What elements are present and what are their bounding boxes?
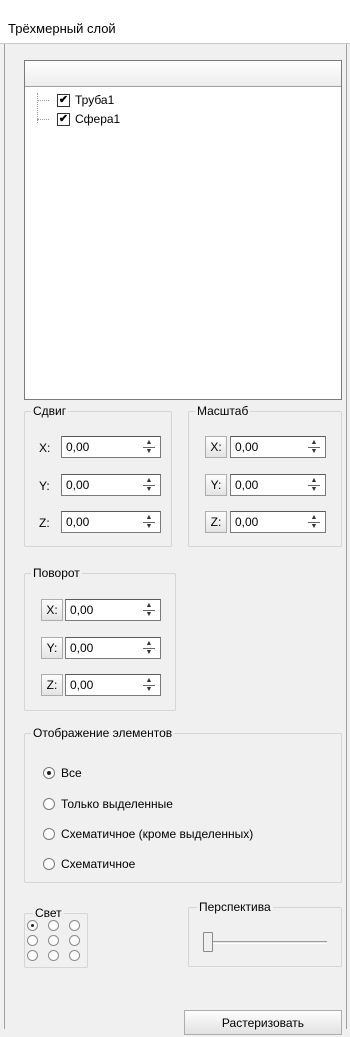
scale-group: Масштаб X: 0,00 ▲ ▼ Y: 0,00 ▲ ▼ Z: 0,00 ▲ ▼	[188, 404, 342, 547]
spin-arrows-icon[interactable]: ▲ ▼	[140, 640, 158, 656]
rotation-y-value: 0,00	[70, 641, 94, 655]
tree-item-sfera[interactable]: ✔ Сфера1	[57, 111, 120, 127]
display-option-label: Схематичное (кроме выделенных)	[61, 827, 254, 841]
display-option-label: Схематичное	[61, 857, 136, 871]
shift-y-label: Y:	[39, 479, 50, 493]
rotation-x-input[interactable]: 0,00 ▲ ▼	[65, 599, 161, 621]
scale-y-button[interactable]: Y:	[205, 474, 227, 496]
light-radio-middle-left[interactable]	[27, 935, 38, 946]
display-group-title: Отображение элементов	[31, 726, 175, 740]
radio-all[interactable]	[43, 767, 55, 779]
panel-title-bar: Трёхмерный слой	[0, 0, 350, 44]
light-radio-bottom-left[interactable]	[27, 950, 38, 961]
display-option-all[interactable]: Все	[43, 766, 82, 780]
layer-tree[interactable]: ✔ Труба1 ✔ Сфера1	[24, 60, 342, 400]
shift-x-input[interactable]: 0,00 ▲ ▼	[61, 436, 161, 458]
rotation-y-button[interactable]: Y:	[41, 637, 63, 659]
rotation-y-input[interactable]: 0,00 ▲ ▼	[65, 637, 161, 659]
light-group-title: Свет	[33, 906, 64, 920]
shift-y-input[interactable]: 0,00 ▲ ▼	[61, 474, 161, 496]
perspective-slider-thumb[interactable]	[203, 932, 213, 952]
light-radio-middle-center[interactable]	[48, 935, 59, 946]
shift-group: Сдвиг X: 0,00 ▲ ▼ Y: 0,00 ▲ ▼ Z: 0,00 ▲ ▼	[24, 404, 172, 547]
shift-y-value: 0,00	[66, 478, 90, 492]
tree-item-truba[interactable]: ✔ Труба1	[57, 92, 114, 108]
panel-title: Трёхмерный слой	[8, 21, 116, 36]
display-group: Отображение элементов Все Только выделен…	[24, 726, 342, 883]
spin-arrows-icon[interactable]: ▲ ▼	[305, 439, 323, 455]
display-option-selected-only[interactable]: Только выделенные	[43, 797, 173, 811]
rotation-z-input[interactable]: 0,00 ▲ ▼	[65, 674, 161, 696]
spin-arrows-icon[interactable]: ▲ ▼	[140, 477, 158, 493]
spin-arrows-icon[interactable]: ▲ ▼	[140, 439, 158, 455]
rotation-group: Поворот X: 0,00 ▲ ▼ Y: 0,00 ▲ ▼ Z: 0,00 ▲ ▼	[24, 566, 176, 711]
tree-item-label: Труба1	[75, 93, 115, 107]
scale-x-input[interactable]: 0,00 ▲ ▼	[230, 436, 326, 458]
display-option-label: Все	[61, 766, 82, 780]
spin-arrows-icon[interactable]: ▲ ▼	[140, 514, 158, 530]
display-option-schematic[interactable]: Схематичное	[43, 857, 135, 871]
shift-group-title: Сдвиг	[31, 404, 69, 418]
scale-group-title: Масштаб	[195, 404, 251, 418]
spin-arrows-icon[interactable]: ▲ ▼	[140, 602, 158, 618]
light-radio-top-right[interactable]	[69, 920, 80, 931]
shift-z-value: 0,00	[66, 515, 90, 529]
scale-z-input[interactable]: 0,00 ▲ ▼	[230, 511, 326, 533]
scale-x-value: 0,00	[235, 440, 259, 454]
spin-arrows-icon[interactable]: ▲ ▼	[305, 514, 323, 530]
scale-z-button[interactable]: Z:	[205, 511, 227, 533]
rotation-x-button[interactable]: X:	[41, 599, 63, 621]
rasterize-button[interactable]: Растеризовать	[184, 1010, 342, 1035]
rotation-group-title: Поворот	[31, 566, 82, 580]
rotation-x-value: 0,00	[70, 603, 94, 617]
radio-schematic-except[interactable]	[43, 828, 55, 840]
tree-connector	[37, 100, 49, 101]
shift-x-value: 0,00	[66, 440, 90, 454]
tree-item-label: Сфера1	[75, 112, 121, 126]
light-radio-top-center[interactable]	[48, 920, 59, 931]
display-option-label: Только выделенные	[61, 797, 173, 811]
rotation-z-button[interactable]: Z:	[41, 674, 63, 696]
shift-x-label: X:	[39, 441, 51, 455]
scale-z-value: 0,00	[235, 515, 259, 529]
rotation-z-value: 0,00	[70, 678, 94, 692]
perspective-group: Перспектива	[188, 900, 342, 967]
radio-schematic[interactable]	[43, 858, 55, 870]
light-radio-top-left[interactable]	[27, 920, 38, 931]
light-radio-middle-right[interactable]	[69, 935, 80, 946]
radio-selected-only[interactable]	[43, 798, 55, 810]
display-option-schematic-except[interactable]: Схематичное (кроме выделенных)	[43, 827, 253, 841]
spin-arrows-icon[interactable]: ▲ ▼	[140, 677, 158, 693]
tree-connector	[37, 119, 49, 120]
shift-z-label: Z:	[39, 516, 50, 530]
scale-y-input[interactable]: 0,00 ▲ ▼	[230, 474, 326, 496]
perspective-group-title: Перспектива	[197, 900, 273, 914]
light-radio-bottom-center[interactable]	[48, 950, 59, 961]
scale-x-button[interactable]: X:	[205, 436, 227, 458]
light-group: Свет	[24, 906, 88, 968]
checkbox-sfera[interactable]: ✔	[57, 112, 70, 126]
tree-header	[25, 61, 341, 87]
light-radio-bottom-right[interactable]	[69, 950, 80, 961]
scale-y-value: 0,00	[235, 478, 259, 492]
shift-z-input[interactable]: 0,00 ▲ ▼	[61, 511, 161, 533]
spin-arrows-icon[interactable]: ▲ ▼	[305, 477, 323, 493]
checkbox-truba[interactable]: ✔	[57, 93, 70, 107]
perspective-slider-track[interactable]	[203, 941, 327, 944]
